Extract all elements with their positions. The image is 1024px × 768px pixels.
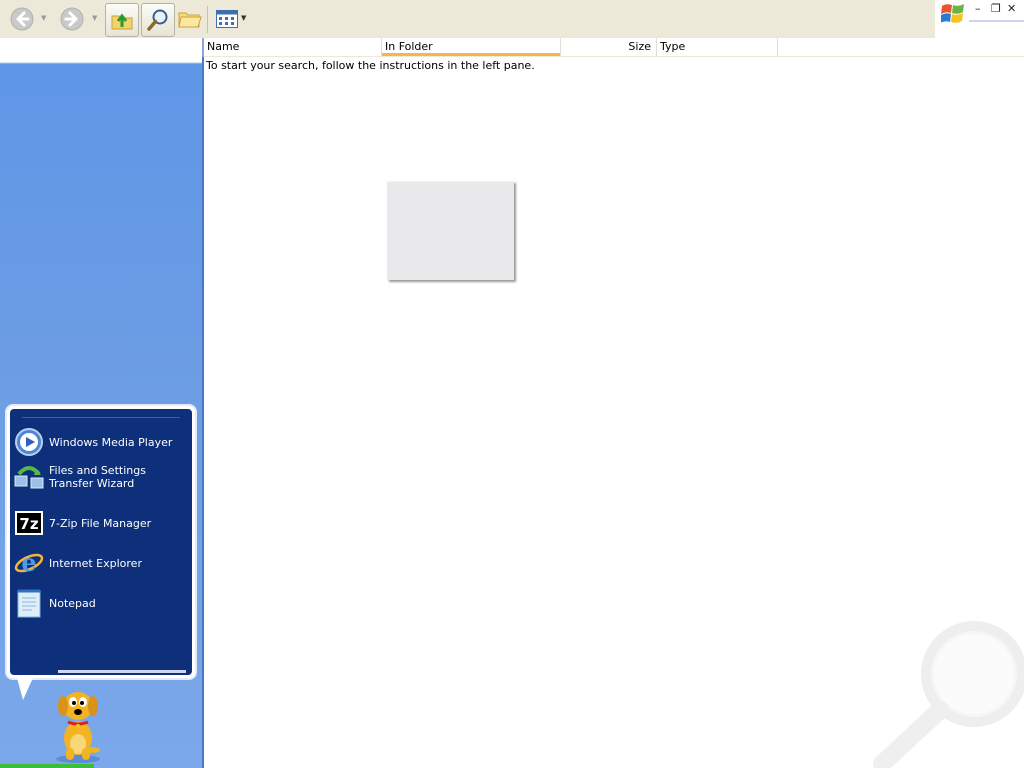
column-header-type[interactable]: Type (657, 38, 778, 56)
views-dropdown-icon[interactable]: ▼ (241, 14, 246, 22)
back-button[interactable] (6, 3, 38, 35)
search-button[interactable] (141, 3, 175, 37)
restore-button[interactable]: ❐ (991, 2, 1001, 15)
folders-icon (178, 12, 202, 28)
blank-tooltip-box (387, 181, 514, 280)
windows-logo-area: – ❐ ✕ (935, 0, 1024, 38)
forward-dropdown-icon[interactable]: ▼ (92, 14, 97, 22)
toolbar: ▼ ▼ ▼ (0, 0, 935, 39)
program-item-transfer-wizard[interactable]: Files and Settings Transfer Wizard (14, 462, 194, 492)
ie-icon: e (14, 548, 44, 578)
search-dog-character[interactable] (48, 686, 112, 764)
program-label: Files and Settings Transfer Wizard (49, 464, 146, 490)
svg-text:7z: 7z (19, 515, 38, 533)
magnifier-icon (147, 9, 168, 31)
program-item-media-player[interactable]: Windows Media Player (14, 427, 194, 457)
forward-button[interactable] (56, 3, 88, 35)
program-label: Internet Explorer (49, 556, 142, 570)
close-button[interactable]: ✕ (1007, 2, 1016, 15)
minimize-button[interactable]: – (975, 2, 981, 15)
results-instruction-text: To start your search, follow the instruc… (206, 59, 535, 72)
magnifier-watermark-icon (873, 621, 1024, 768)
notepad-icon (14, 588, 44, 618)
back-arrow-icon (10, 7, 34, 31)
program-item-7zip[interactable]: 7z 7-Zip File Manager (14, 508, 194, 538)
up-folder-button[interactable] (105, 3, 139, 37)
svg-text:e: e (21, 548, 36, 577)
program-label: Notepad (49, 596, 96, 610)
windows-flag-icon (941, 4, 964, 23)
forward-arrow-icon (60, 7, 84, 31)
views-button[interactable] (214, 3, 240, 35)
program-item-internet-explorer[interactable]: e Internet Explorer (14, 548, 194, 578)
program-label: Windows Media Player (49, 435, 173, 449)
transfer-wizard-icon (14, 462, 44, 492)
back-dropdown-icon[interactable]: ▼ (41, 14, 46, 22)
program-item-notepad[interactable]: Notepad (14, 588, 194, 618)
media-player-icon (14, 427, 44, 457)
column-header-name[interactable]: Name (204, 38, 382, 56)
results-column-header: Name In Folder Size Type (204, 38, 1024, 57)
suggestion-balloon: Windows Media Player Files and Settings … (5, 404, 197, 680)
views-grid-icon (216, 10, 238, 28)
column-header-size[interactable]: Size (561, 38, 657, 56)
program-label: 7-Zip File Manager (49, 516, 152, 530)
column-header-in-folder[interactable]: In Folder (382, 38, 561, 56)
folder-up-icon (111, 13, 133, 30)
7zip-icon: 7z (14, 508, 44, 538)
folders-button[interactable] (176, 3, 204, 35)
